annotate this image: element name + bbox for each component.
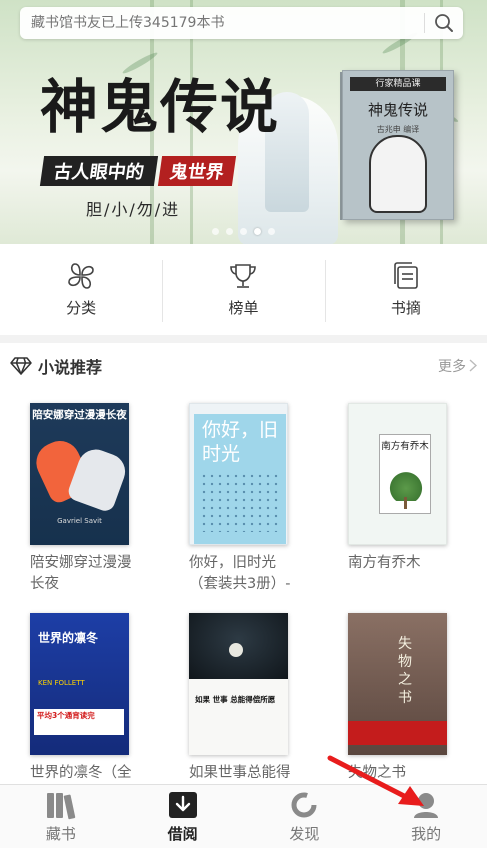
cat-illustration — [369, 135, 427, 213]
book-item[interactable]: 南方有乔木 南方有乔木 — [348, 403, 468, 571]
discover-icon — [291, 792, 317, 817]
book-cover[interactable]: 你好，旧时光 — [189, 403, 288, 545]
book-cover[interactable]: 陪安娜穿过漫漫长夜 Gavriel Savit — [30, 403, 129, 545]
book-cover-title: 如果 世事 总能得偿所愿 — [195, 695, 276, 704]
tab-profile[interactable]: 我的 — [365, 785, 487, 848]
more-link[interactable]: 更多 — [438, 356, 477, 376]
tab-label: 借阅 — [167, 824, 198, 843]
pattern-illustration — [200, 472, 280, 532]
book-cover[interactable]: 如果 世事 总能得偿所愿 — [189, 613, 288, 755]
search-input[interactable] — [20, 7, 424, 39]
quick-nav-ranking[interactable]: 榜单 — [162, 244, 324, 335]
diamond-icon — [10, 356, 32, 375]
carousel-dot[interactable] — [212, 228, 219, 235]
book-item[interactable]: 你好，旧时光 你好，旧时光（套装共3册）- — [189, 403, 309, 592]
banner-book-series: 行家精品课 — [350, 77, 446, 91]
quick-nav-category-label: 分类 — [66, 299, 97, 317]
excerpt-notes-icon — [394, 262, 418, 289]
book-item[interactable]: 失物之书 失物之书 — [348, 613, 468, 781]
banner-book-author: 古兆申 编译 — [376, 125, 420, 134]
tab-label: 发现 — [289, 824, 320, 843]
carousel-dot[interactable] — [226, 228, 233, 235]
novel-recommend-section: 小说推荐 更多 陪安娜穿过漫漫长夜 Gavriel Savit 陪安娜穿过漫漫长… — [0, 343, 487, 784]
quick-nav-category[interactable]: 分类 — [0, 244, 162, 335]
book-item[interactable]: 陪安娜穿过漫漫长夜 Gavriel Savit 陪安娜穿过漫漫长夜 — [30, 403, 150, 592]
banner-carousel[interactable]: 神鬼传说 古人眼中的 鬼世界 胆/小/勿/进 行家精品课 神鬼传说 古兆申 编译 — [0, 0, 487, 244]
carousel-dot[interactable] — [240, 228, 247, 235]
quick-nav: 分类 榜单 书摘 — [0, 244, 487, 335]
book-title[interactable]: 陪安娜穿过漫漫长夜 — [30, 553, 145, 595]
quick-nav-excerpts[interactable]: 书摘 — [324, 244, 487, 335]
book-item[interactable]: 如果 世事 总能得偿所愿 如果世事总能得 — [189, 613, 309, 781]
section-header: 小说推荐 更多 — [0, 343, 487, 388]
tab-label: 藏书 — [45, 824, 76, 843]
book-cover-author: Gavriel Savit — [57, 517, 102, 525]
banner-book-title: 神鬼传说 — [367, 101, 428, 119]
bookshelf-icon — [46, 792, 76, 819]
tab-discover[interactable]: 发现 — [244, 785, 366, 848]
banner-tagline: 胆/小/勿/进 — [86, 200, 181, 219]
tab-borrow[interactable]: 借阅 — [122, 785, 244, 848]
book-cover-title: 你好，旧时光 — [202, 419, 279, 465]
book-cover-title: 南方有乔木 — [381, 441, 429, 452]
banner-subtitle: 古人眼中的 鬼世界 — [39, 156, 237, 186]
banner-book-cover: 行家精品课 神鬼传说 古兆申 编译 — [342, 70, 454, 220]
search-icon[interactable] — [425, 7, 463, 39]
cover-frame: 南方有乔木 — [379, 434, 431, 514]
quick-nav-ranking-label: 榜单 — [228, 299, 259, 317]
cover-red-band — [348, 721, 447, 745]
book-cover[interactable]: 失物之书 — [348, 613, 447, 755]
book-cover-title: 世界的凛冬 — [38, 631, 99, 645]
borrow-download-icon — [168, 791, 197, 818]
more-label: 更多 — [438, 358, 466, 375]
book-item[interactable]: 世界的凛冬 KEN FOLLETT 平均3个通宵读完 世界的凛冬（全 — [30, 613, 150, 781]
trophy-icon — [230, 264, 257, 288]
tree-trunk — [404, 497, 407, 509]
book-title[interactable]: 南方有乔木 — [348, 553, 463, 595]
search-bar[interactable] — [20, 7, 463, 39]
book-cover-author: KEN FOLLETT — [38, 679, 85, 687]
section-title: 小说推荐 — [38, 357, 103, 377]
banner-title: 神鬼传说 — [40, 73, 281, 141]
carousel-dot[interactable] — [268, 228, 275, 235]
book-cover[interactable]: 南方有乔木 — [348, 403, 447, 545]
banner-subtitle-right: 鬼世界 — [157, 156, 237, 186]
moon-illustration — [229, 643, 243, 657]
book-title[interactable]: 你好，旧时光（套装共3册）- — [189, 553, 304, 595]
profile-icon — [414, 792, 439, 818]
chevron-right-icon — [469, 359, 477, 372]
category-clover-icon — [68, 263, 94, 289]
carousel-dot-active[interactable] — [254, 228, 261, 235]
carousel-dots — [0, 228, 487, 235]
quick-nav-excerpts-label: 书摘 — [390, 299, 421, 317]
tab-bookshelf[interactable]: 藏书 — [0, 785, 122, 848]
book-cover-band: 平均3个通宵读完 — [34, 709, 124, 735]
tab-label: 我的 — [411, 824, 442, 843]
book-cover-title: 失物之书 — [398, 636, 412, 706]
book-cover-title: 陪安娜穿过漫漫长夜 — [32, 409, 127, 421]
book-cover-band-text: 平均3个通宵读完 — [37, 711, 95, 720]
banner-subtitle-left: 古人眼中的 — [39, 156, 159, 186]
book-cover[interactable]: 世界的凛冬 KEN FOLLETT 平均3个通宵读完 — [30, 613, 129, 755]
bottom-tab-bar: 藏书 借阅 发现 我的 — [0, 784, 487, 848]
